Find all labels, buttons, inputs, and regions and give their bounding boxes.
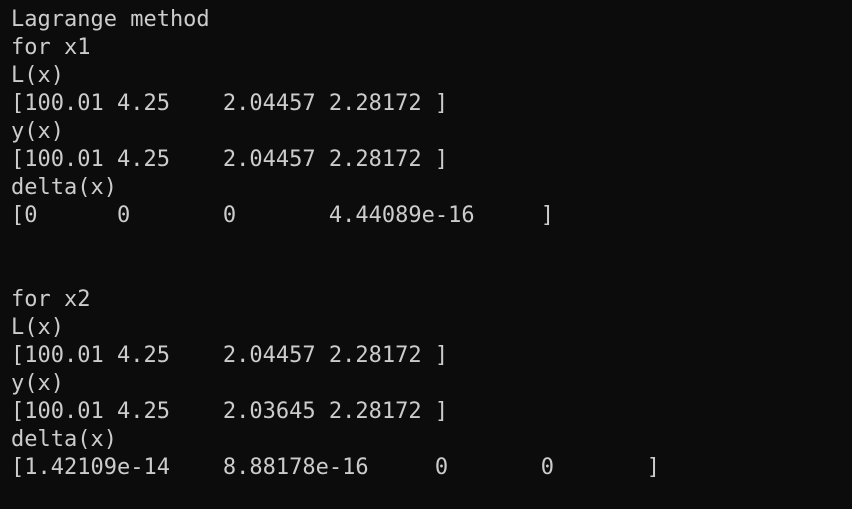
output-line: [100.01 4.25 2.04457 2.28172 ] bbox=[11, 343, 449, 368]
output-line: L(x) bbox=[11, 315, 64, 340]
output-line: [0 0 0 4.44089e-16 ] bbox=[11, 203, 555, 228]
output-line: Lagrange method bbox=[11, 7, 210, 32]
output-line: y(x) bbox=[11, 371, 64, 396]
output-line: y(x) bbox=[11, 119, 64, 144]
output-line: [100.01 4.25 2.04457 2.28172 ] bbox=[11, 147, 449, 172]
output-line: delta(x) bbox=[11, 427, 117, 452]
output-line: for x1 bbox=[11, 35, 91, 60]
terminal-output[interactable]: Lagrange method for x1 L(x) [100.01 4.25… bbox=[0, 0, 852, 509]
output-line: [100.01 4.25 2.03645 2.28172 ] bbox=[11, 399, 449, 424]
output-line: for x2 bbox=[11, 287, 91, 312]
output-line: [100.01 4.25 2.04457 2.28172 ] bbox=[11, 91, 449, 116]
output-line: L(x) bbox=[11, 63, 64, 88]
output-line: [1.42109e-14 8.88178e-16 0 0 ] bbox=[11, 455, 661, 480]
output-line: delta(x) bbox=[11, 175, 117, 200]
